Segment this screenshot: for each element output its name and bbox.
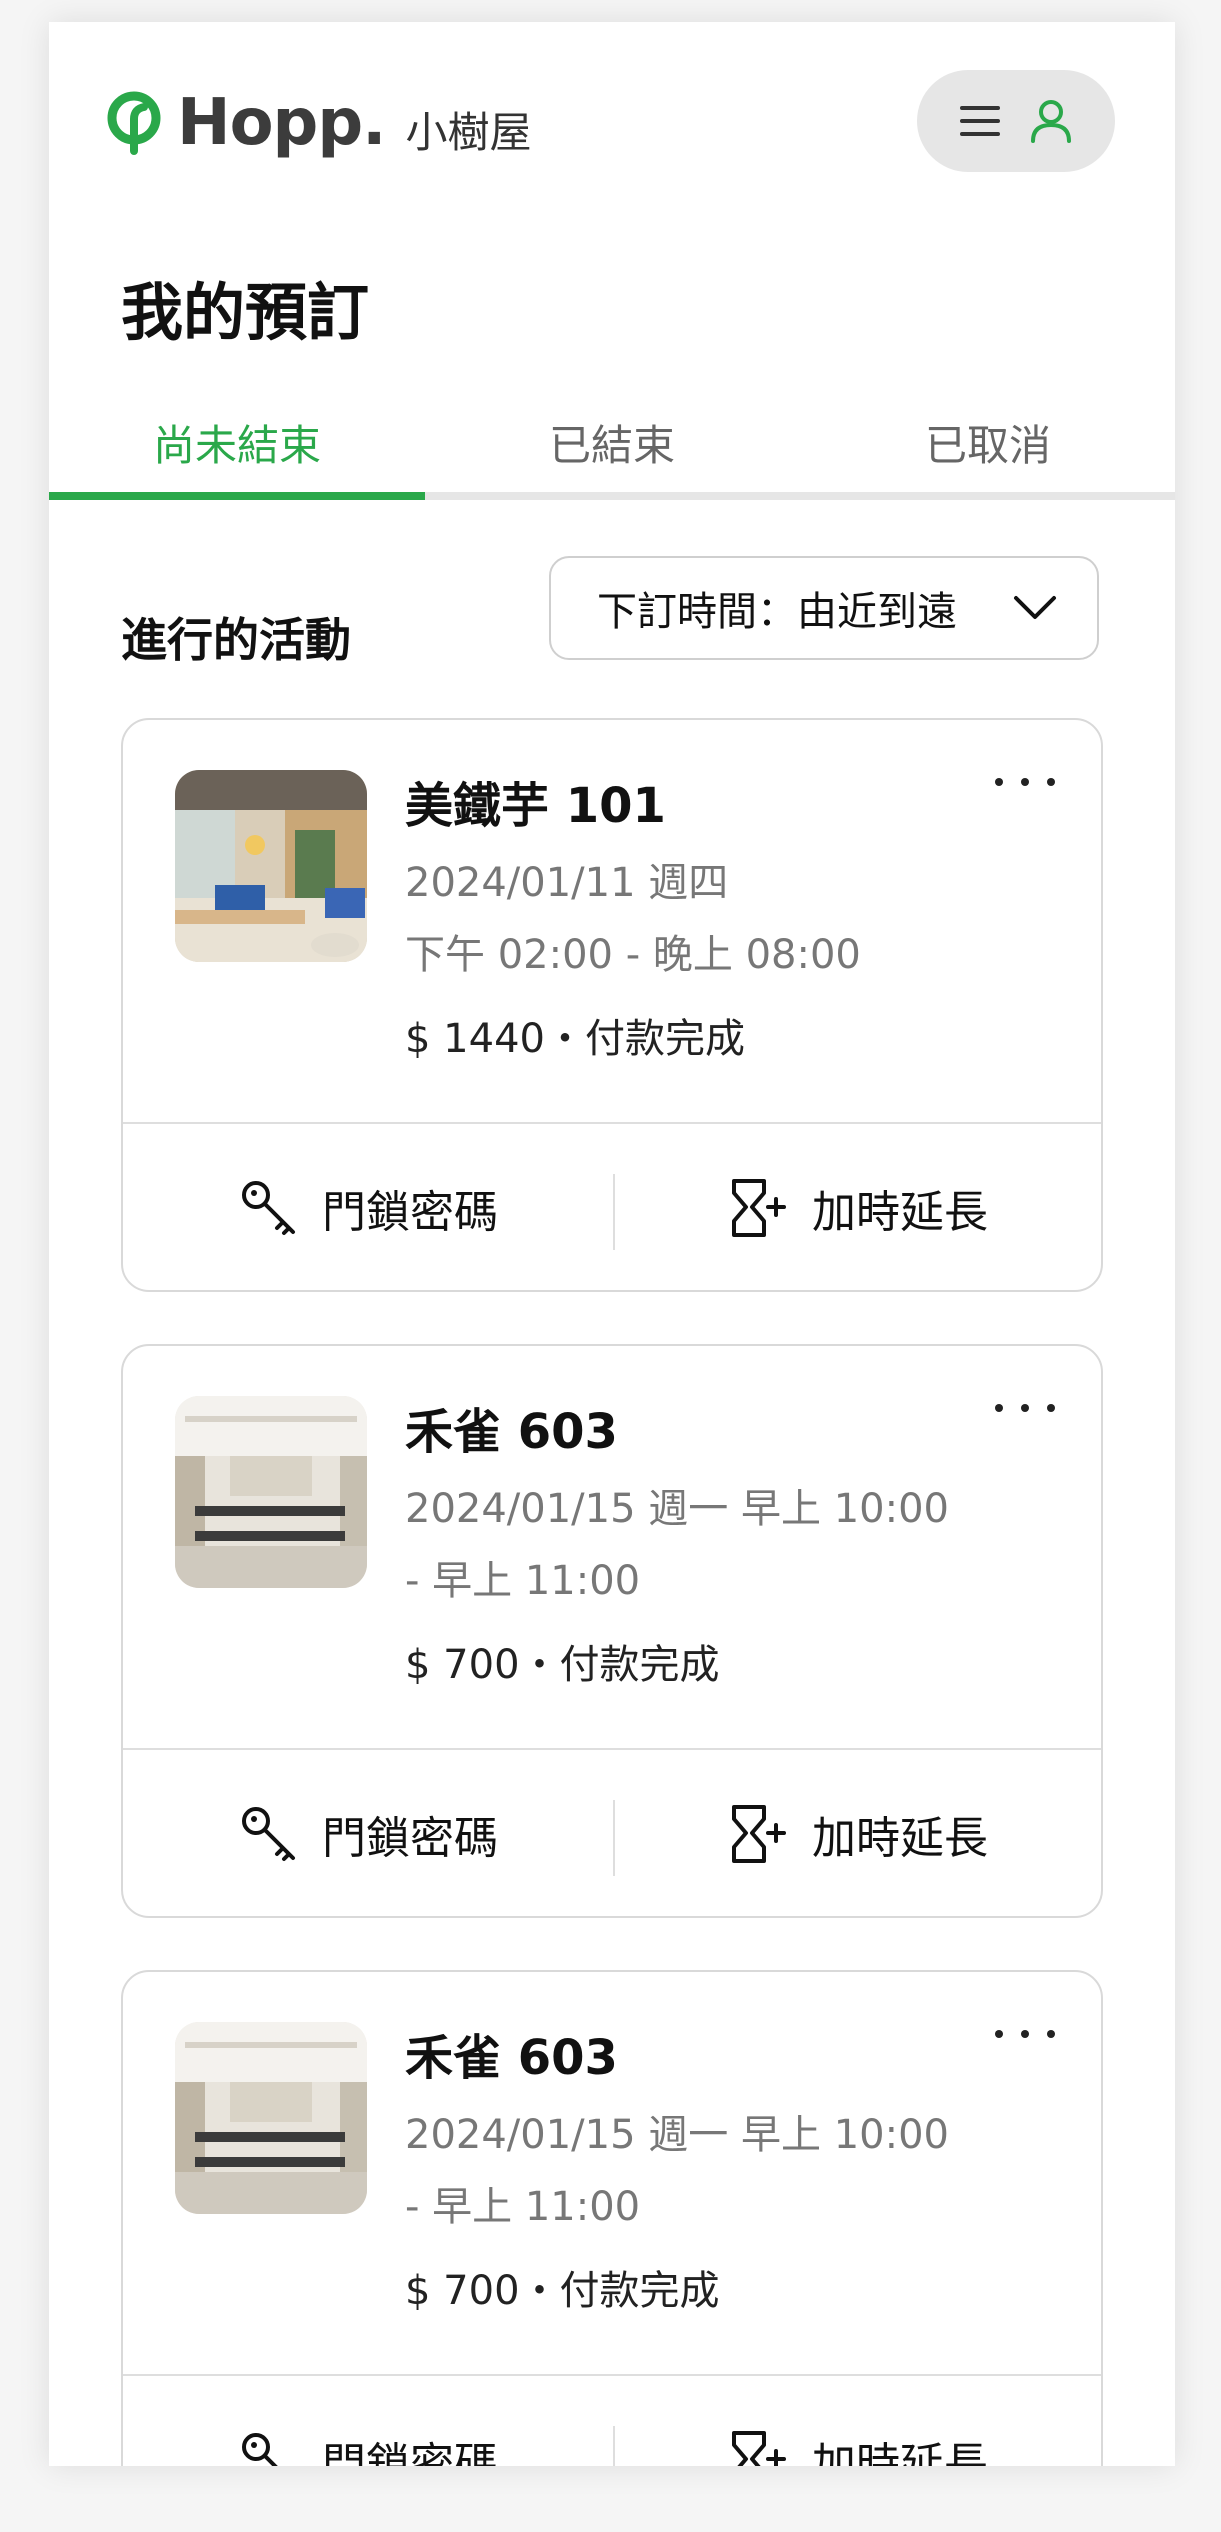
- door-code-button[interactable]: 門鎖密碼: [123, 1124, 613, 1290]
- app-header: Hopp. 小樹屋: [49, 22, 1175, 222]
- door-code-label: 門鎖密碼: [322, 2439, 498, 2466]
- room-name: 禾雀 603: [405, 1404, 618, 1460]
- door-code-label: 門鎖密碼: [322, 1187, 498, 1238]
- chevron-down-icon: [1014, 596, 1056, 619]
- room-photo: [175, 770, 367, 962]
- tab-cancelled[interactable]: 已取消: [925, 412, 1051, 473]
- hourglass-plus-icon: [732, 1805, 786, 1863]
- brand-name: Hopp.: [177, 86, 386, 160]
- more-options-button[interactable]: [995, 762, 1055, 802]
- extend-time-button[interactable]: 加時延長: [613, 1750, 1101, 1916]
- key-icon: [242, 1181, 295, 1235]
- hourglass-plus-icon: [732, 2431, 786, 2466]
- booking-date: 2024/01/11 週四: [405, 860, 729, 906]
- page-title: 我的預訂: [121, 276, 370, 349]
- room-thumbnail: [175, 1396, 367, 1588]
- hamburger-menu-icon: [960, 106, 1000, 136]
- more-options-button[interactable]: [995, 1388, 1055, 1428]
- booking-time: - 早上 11:00: [405, 2184, 641, 2230]
- hourglass-plus-icon: [732, 1179, 786, 1237]
- booking-price-status: $ 1440・付款完成: [405, 1016, 745, 1062]
- brand-subtitle: 小樹屋: [405, 107, 532, 157]
- booking-date: 2024/01/15 週一 早上 10:00: [405, 1486, 949, 1532]
- booking-card[interactable]: 美鐵芋 101 2024/01/11 週四 下午 02:00 - 晚上 08:0…: [121, 718, 1103, 1292]
- room-thumbnail: [175, 770, 367, 962]
- menu-account-button[interactable]: [917, 70, 1115, 172]
- extend-time-label: 加時延長: [812, 1187, 988, 1238]
- room-name: 禾雀 603: [405, 2030, 618, 2086]
- more-dots-icon: [995, 778, 1003, 786]
- room-photo: [175, 2022, 367, 2214]
- tab-ended[interactable]: 已結束: [549, 412, 675, 473]
- sort-dropdown[interactable]: 下訂時間：由近到遠: [549, 556, 1099, 660]
- booking-price-status: $ 700・付款完成: [405, 1642, 720, 1688]
- door-code-button[interactable]: 門鎖密碼: [123, 1750, 613, 1916]
- key-icon: [242, 1807, 295, 1861]
- booking-tabs: 尚未結束 已結束 已取消: [49, 382, 1175, 522]
- booking-card[interactable]: 禾雀 603 2024/01/15 週一 早上 10:00 - 早上 11:00…: [121, 1344, 1103, 1918]
- app-screen: Hopp. 小樹屋 我的預訂 尚未結束 已結束 已取消 進行的活動 下訂時間：由…: [49, 22, 1175, 2466]
- booking-time: - 早上 11:00: [405, 1558, 641, 1604]
- more-dots-icon: [995, 2030, 1003, 2038]
- extend-time-button[interactable]: 加時延長: [613, 1124, 1101, 1290]
- room-thumbnail: [175, 2022, 367, 2214]
- door-code-label: 門鎖密碼: [322, 1813, 498, 1864]
- extend-time-label: 加時延長: [812, 1813, 988, 1864]
- extend-time-button[interactable]: 加時延長: [613, 2376, 1101, 2466]
- booking-card[interactable]: 禾雀 603 2024/01/15 週一 早上 10:00 - 早上 11:00…: [121, 1970, 1103, 2466]
- key-icon: [242, 2433, 278, 2466]
- room-photo: [175, 1396, 367, 1588]
- room-name: 美鐵芋 101: [405, 778, 666, 834]
- booking-time: 下午 02:00 - 晚上 08:00: [405, 932, 861, 978]
- more-options-button[interactable]: [995, 2014, 1055, 2054]
- tab-upcoming[interactable]: 尚未結束: [153, 412, 321, 473]
- more-dots-icon: [995, 1404, 1003, 1412]
- booking-date: 2024/01/15 週一 早上 10:00: [405, 2112, 949, 2158]
- extend-time-label: 加時延長: [812, 2439, 988, 2466]
- sort-label: 下訂時間：由近到遠: [597, 589, 957, 635]
- booking-price-status: $ 700・付款完成: [405, 2268, 720, 2314]
- leaf-logo-icon: [107, 91, 161, 155]
- door-code-button[interactable]: 門鎖密碼: [123, 2376, 613, 2466]
- user-icon: [1031, 100, 1071, 143]
- section-title: 進行的活動: [121, 613, 351, 667]
- active-tab-indicator: [49, 492, 425, 500]
- brand-logo[interactable]: Hopp. 小樹屋: [105, 78, 531, 168]
